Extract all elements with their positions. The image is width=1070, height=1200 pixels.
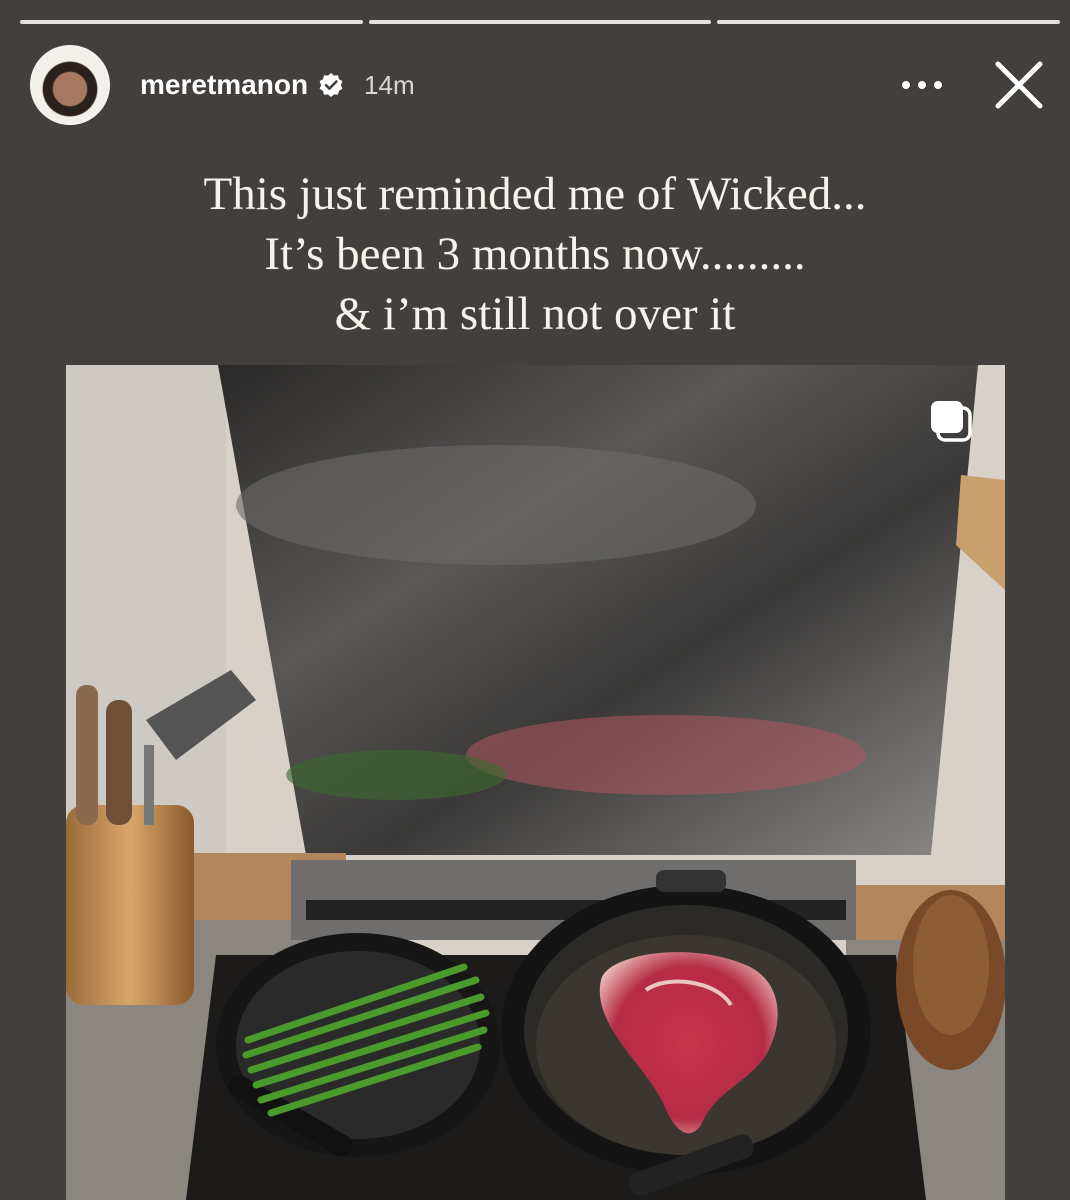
username[interactable]: meretmanon xyxy=(140,69,308,101)
caption-line: & i’m still not over it xyxy=(334,288,736,340)
kitchen-photo xyxy=(66,365,1005,1200)
story-caption: This just reminded me of Wicked... It’s … xyxy=(0,164,1070,344)
avatar[interactable] xyxy=(30,45,110,125)
story-progress-bar xyxy=(20,20,1061,24)
story-header: meretmanon 14m xyxy=(30,44,1046,126)
caption-line: It’s been 3 months now......... xyxy=(264,228,806,280)
close-icon[interactable] xyxy=(992,58,1046,112)
verified-badge-icon xyxy=(319,73,343,97)
story-progress-segment xyxy=(20,20,363,24)
multi-photo-icon xyxy=(928,398,974,444)
story-timestamp: 14m xyxy=(364,69,415,100)
story-progress-segment xyxy=(717,20,1061,24)
story-progress-segment xyxy=(368,20,712,24)
caption-line: This just reminded me of Wicked... xyxy=(203,168,867,220)
more-options-icon[interactable] xyxy=(892,65,952,105)
story-photo[interactable] xyxy=(66,365,1005,1200)
